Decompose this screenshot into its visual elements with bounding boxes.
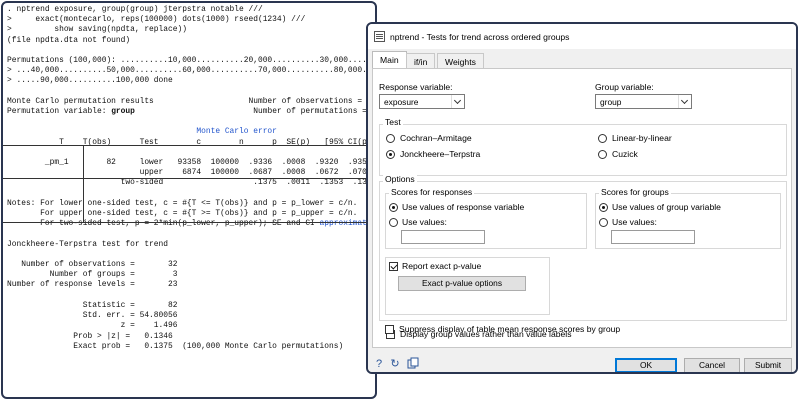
results-window: . nptrend exposure, group(group) jterpst… [1,1,377,399]
mc-header: Permutation variable: [7,107,112,117]
radio-use-response-values-label: Use values of response variable [402,202,525,212]
chevron-down-icon [451,95,464,108]
table-top-rule [3,145,375,146]
note: For two-sided test, p = 2*min(p_lower, p… [7,219,320,229]
chevron-down-icon [678,95,691,108]
stat-line: z = 1.496 [7,321,178,331]
table-row: two-sided .1375 .0011 .1353 .1396 [7,178,377,188]
stat-line: Prob > |z| = 0.1346 [7,331,173,341]
group-values-input[interactable] [611,230,695,244]
copy-command-icon[interactable] [406,357,420,371]
permutations-progress: Permutations (100,000): ..........10,000… [7,56,372,66]
command-continuation: > show saving(npdta, replace)) [7,25,187,35]
mc-header: Number of permutations = 100,000 [253,107,375,117]
radio-use-response-values[interactable] [389,203,398,212]
radio-use-group-values-label: Use values of group variable [612,202,721,212]
permutation-variable: group [111,107,135,117]
stat-line: Std. err. = 54.80056 [7,311,178,321]
report-exact-label: Report exact p-value [402,261,482,271]
radio-linear-by-linear-label: Linear-by-linear [612,133,672,143]
stat-line: Number of observations = 32 [7,260,178,270]
table-divider [83,145,84,222]
radio-linear-by-linear[interactable] [598,134,607,143]
stat-line: Number of response levels = 23 [7,280,178,290]
table-bottom-rule [3,222,375,223]
table-header-rule [3,178,375,179]
radio-jonckheere-terpstra-label: Jonckheere–Terpstra [400,149,481,159]
radio-jonckheere-terpstra[interactable] [386,150,395,159]
group-variable-label: Group variable: [595,82,654,92]
dialog-titlebar[interactable]: nptrend - Tests for trend across ordered… [368,24,796,49]
suppress-display-label: Suppress display of table mean response … [399,324,621,334]
tab-strip: Main if/in Weights [368,49,796,70]
note: For upper one-sided test, c = #{T >= T(o… [7,209,358,219]
jt-heading: Jonckheere-Terpstra test for trend [7,239,168,249]
radio-cochran-armitage-label: Cochran–Armitage [400,133,472,143]
command-line: . nptrend exposure, group(group) jterpst… [7,5,263,14]
options-groupbox-title: Options [383,174,417,184]
group-variable-select[interactable]: group [595,94,692,109]
table-row: upper 6874 100000 .0687 .0008 .0672 .070… [7,168,372,178]
radio-use-values-response-label: Use values: [402,217,447,227]
tab-weights[interactable]: Weights [437,53,484,69]
command-continuation: > exact(montecarlo, reps(100000) dots(10… [7,15,306,25]
radio-use-values-response[interactable] [389,218,398,227]
reset-icon[interactable]: ↻ [388,357,402,371]
permutations-progress: > ...40,000..........50,000..........60,… [7,66,377,76]
stat-line: Exact prob = 0.1375 (100,000 Monte Carlo… [7,341,344,351]
table-row: _pm_1 82 lower 93358 100000 .9336 .0008 … [7,158,372,168]
copy-icon [407,357,419,369]
response-variable-select[interactable]: exposure [379,94,465,109]
scores-groups-title: Scores for groups [599,187,671,197]
radio-cochran-armitage[interactable] [386,134,395,143]
radio-use-values-group-label: Use values: [612,217,657,227]
suppress-display-checkbox[interactable] [385,325,394,334]
submit-button[interactable]: Submit [744,358,792,372]
ok-button[interactable]: OK [615,358,677,372]
response-variable-value: exposure [384,97,419,107]
mc-header: Monte Carlo permutation results Number o… [7,96,377,106]
cancel-button[interactable]: Cancel [684,358,740,372]
dialog-app-icon [374,31,385,42]
main-tab-panel: Response variable: exposure Group variab… [372,68,792,348]
table-header-mc-error: Monte Carlo error [7,127,277,137]
response-variable-label: Response variable: [379,82,453,92]
tab-if-in[interactable]: if/in [406,53,436,69]
stat-line: Statistic = 82 [7,300,178,310]
radio-cuzick-label: Cuzick [612,149,638,159]
group-variable-value: group [600,97,622,107]
radio-cuzick[interactable] [598,150,607,159]
permutations-progress: > .....90,000..........100,000 done [7,76,173,86]
report-exact-checkbox[interactable] [389,262,398,271]
help-icon[interactable]: ? [372,357,386,371]
response-values-input[interactable] [401,230,485,244]
stat-line: Number of groups = 3 [7,270,178,280]
note: Notes: For lower one-sided test, c = #{T… [7,198,358,208]
radio-use-group-values[interactable] [599,203,608,212]
radio-use-values-group[interactable] [599,218,608,227]
file-note: (file npdta.dta not found) [7,35,131,45]
nptrend-dialog: nptrend - Tests for trend across ordered… [366,22,798,374]
test-groupbox-title: Test [383,117,403,127]
dialog-button-bar: ? ↻ OK Cancel Submit [368,354,796,372]
exact-pvalue-options-button[interactable]: Exact p-value options [398,276,526,291]
scores-responses-title: Scores for responses [389,187,475,197]
dialog-title: nptrend - Tests for trend across ordered… [390,31,570,42]
